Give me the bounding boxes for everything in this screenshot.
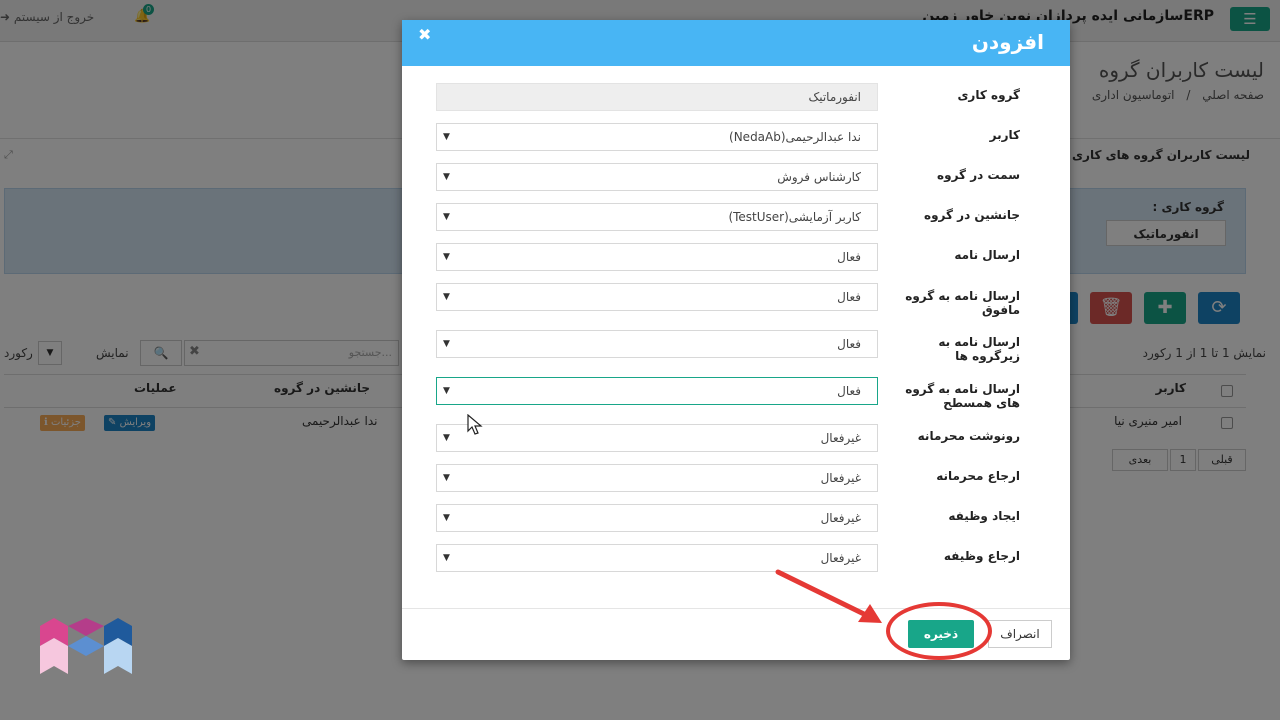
send-to-parent-select[interactable]: فعال ▼: [436, 283, 878, 311]
send-to-parent-value: فعال: [837, 290, 861, 304]
highlight-circle: [886, 602, 992, 660]
field-label-refer-task: ارجاع وظیفه: [943, 549, 1020, 563]
field-label-create-task: ایجاد وظیفه: [948, 509, 1020, 523]
send-to-subgroups-select[interactable]: فعال ▼: [436, 330, 878, 358]
annotation-arrow-icon: [775, 569, 882, 623]
caret-down-icon: ▼: [443, 339, 450, 349]
send-to-peers-value: فعال: [837, 384, 861, 398]
workgroup-value: انفورماتیک: [808, 90, 861, 104]
send-to-peers-select[interactable]: فعال ▼: [436, 377, 878, 405]
confidential-cc-value: غیرفعال: [820, 431, 861, 445]
confidential-referral-value: غیرفعال: [820, 471, 861, 485]
field-label-workgroup: گروه کاری: [957, 88, 1020, 102]
field-label-send-to-peers: ارسال نامه به گروه های همسطح: [905, 382, 1020, 410]
workgroup-field: انفورماتیک: [436, 83, 878, 111]
send-to-subgroups-value: فعال: [837, 337, 861, 351]
field-label-send-to-subgroups: ارسال نامه به زیرگروه ها: [938, 335, 1020, 363]
modal-title: افزودن: [971, 30, 1044, 54]
field-label-confidential-referral: ارجاع محرمانه: [936, 469, 1020, 483]
caret-down-icon: ▼: [443, 172, 450, 182]
mouse-pointer-icon: [467, 414, 483, 435]
create-task-value: غیرفعال: [820, 511, 861, 525]
caret-down-icon: ▼: [443, 386, 450, 396]
caret-down-icon: ▼: [443, 212, 450, 222]
watermark-logo: [40, 618, 132, 674]
position-value: کارشناس فروش: [777, 170, 861, 184]
cancel-button[interactable]: انصراف: [988, 620, 1052, 648]
field-label-substitute: جانشین در گروه: [924, 208, 1020, 222]
field-label-confidential-cc: رونوشت محرمانه: [917, 429, 1020, 443]
caret-down-icon: ▼: [443, 553, 450, 563]
field-label-position: سمت در گروه: [937, 168, 1020, 182]
caret-down-icon: ▼: [443, 433, 450, 443]
confidential-referral-select[interactable]: غیرفعال ▼: [436, 464, 878, 492]
field-label-send-letter: ارسال نامه: [954, 248, 1020, 262]
substitute-value: کاربر آزمایشی(TestUser): [728, 210, 861, 224]
caret-down-icon: ▼: [443, 473, 450, 483]
modal-header: [402, 20, 1070, 66]
user-select[interactable]: ندا عبدالرحیمی(NedaAb) ▼: [436, 123, 878, 151]
close-icon[interactable]: ✖: [418, 25, 431, 44]
confidential-cc-select[interactable]: غیرفعال ▼: [436, 424, 878, 452]
send-letter-value: فعال: [837, 250, 861, 264]
field-label-send-to-parent: ارسال نامه به گروه مافوق: [905, 289, 1020, 317]
caret-down-icon: ▼: [443, 292, 450, 302]
caret-down-icon: ▼: [443, 513, 450, 523]
caret-down-icon: ▼: [443, 252, 450, 262]
field-label-user: کاربر: [989, 128, 1020, 142]
position-select[interactable]: کارشناس فروش ▼: [436, 163, 878, 191]
user-value: ندا عبدالرحیمی(NedaAb): [729, 130, 861, 144]
create-task-select[interactable]: غیرفعال ▼: [436, 504, 878, 532]
caret-down-icon: ▼: [443, 132, 450, 142]
send-letter-select[interactable]: فعال ▼: [436, 243, 878, 271]
substitute-select[interactable]: کاربر آزمایشی(TestUser) ▼: [436, 203, 878, 231]
